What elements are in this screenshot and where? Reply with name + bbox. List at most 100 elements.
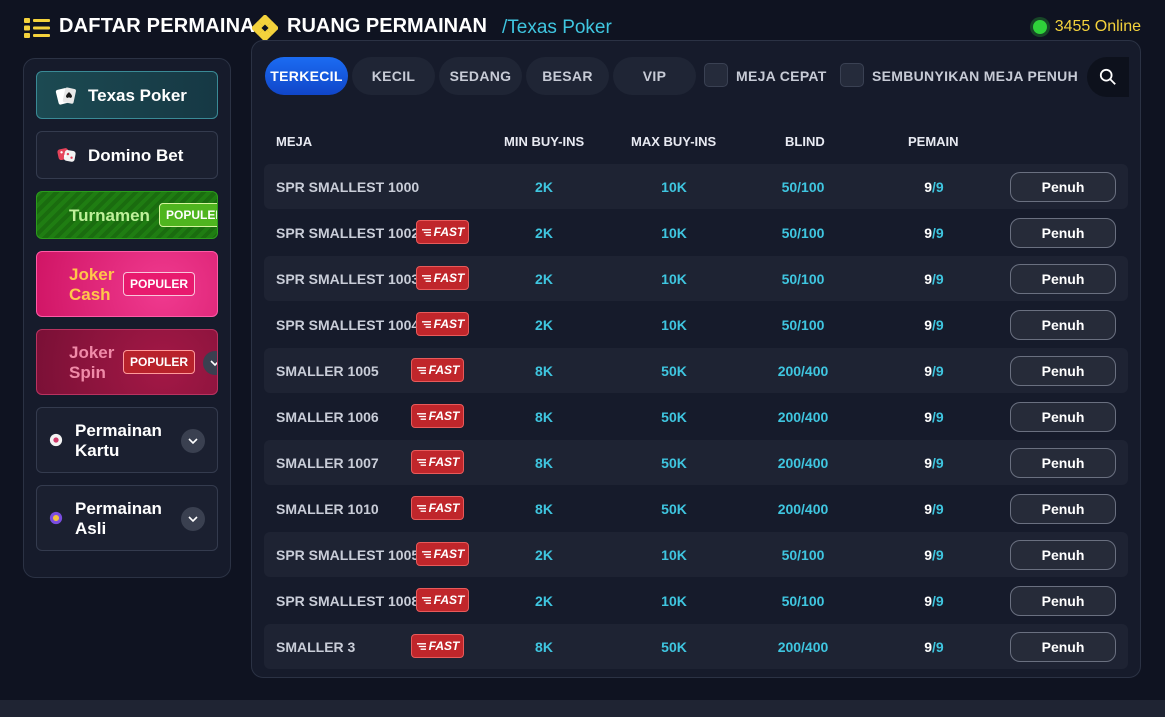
fast-lines-icon [416, 412, 426, 420]
fast-badge: FAST [411, 496, 464, 520]
fast-label: FAST [433, 317, 465, 331]
dice-icon [57, 148, 76, 162]
fast-badge: FAST [411, 450, 464, 474]
max-buyin-value: 10K [661, 317, 687, 333]
min-buyin-value: 2K [535, 179, 553, 195]
list-icon [24, 18, 50, 38]
full-table-button[interactable]: Penuh [1010, 448, 1116, 478]
table-name: SPR SMALLEST 1008 [276, 593, 420, 609]
table-row[interactable]: SMALLER 1007 FAST 8K 50K 200/400 9/9 Penuh [264, 440, 1128, 485]
min-buyin-value: 8K [535, 501, 553, 517]
chevron-down-icon[interactable] [181, 507, 205, 531]
online-dot-icon [1032, 20, 1047, 34]
tab-terkecil[interactable]: TERKECIL [265, 57, 348, 95]
blind-value: 200/400 [777, 363, 829, 379]
room-breadcrumb[interactable]: /Texas Poker [502, 17, 612, 39]
players-max: /9 [932, 639, 944, 655]
sidebar-label-joker-spin: Joker Spin [69, 343, 115, 382]
popular-badge: POPULER [123, 272, 196, 296]
min-buyin-value: 2K [535, 317, 553, 333]
chevron-down-icon[interactable] [181, 429, 205, 453]
max-buyin-value: 10K [661, 271, 687, 287]
players-count: 9/9 [894, 501, 974, 517]
players-max: /9 [932, 363, 944, 379]
min-buyin-value: 2K [535, 547, 553, 563]
table-name: SMALLER 1007 [276, 455, 379, 471]
players-current: 9 [924, 271, 933, 287]
full-table-button[interactable]: Penuh [1010, 356, 1116, 386]
table-name: SPR SMALLEST 1005 [276, 547, 420, 563]
blind-value: 50/100 [781, 593, 825, 609]
table-row[interactable]: SPR SMALLEST 1008 FAST 2K 10K 50/100 9/9 Penuh [264, 578, 1128, 623]
fast-label: FAST [428, 639, 460, 653]
table-row[interactable]: SMALLER 1006 FAST 8K 50K 200/400 9/9 Penuh [264, 394, 1128, 439]
quick-table-checkbox[interactable] [704, 63, 728, 87]
full-table-button[interactable]: Penuh [1010, 218, 1116, 248]
fast-badge: FAST [416, 220, 469, 244]
table-row[interactable]: SMALLER 1010 FAST 8K 50K 200/400 9/9 Penuh [264, 486, 1128, 531]
table-row[interactable]: SPR SMALLEST 1004 FAST 2K 10K 50/100 9/9 Penuh [264, 302, 1128, 347]
players-count: 9/9 [894, 455, 974, 471]
players-current: 9 [924, 363, 933, 379]
full-table-button[interactable]: Penuh [1010, 632, 1116, 662]
fast-label: FAST [433, 271, 465, 285]
players-current: 9 [924, 593, 933, 609]
hide-full-checkbox[interactable] [840, 63, 864, 87]
table-name: SPR SMALLEST 1003 [276, 271, 420, 287]
min-buyin-value: 2K [535, 593, 553, 609]
players-max: /9 [932, 409, 944, 425]
full-table-button[interactable]: Penuh [1010, 540, 1116, 570]
popular-badge: POPULER [159, 203, 217, 227]
sidebar-item-permainan-asli[interactable]: Permainan Asli [36, 485, 218, 551]
fast-lines-icon [421, 596, 431, 604]
online-count: 3455 Online [1054, 18, 1141, 35]
full-table-button[interactable]: Penuh [1010, 494, 1116, 524]
full-table-button[interactable]: Penuh [1010, 586, 1116, 616]
full-table-button[interactable]: Penuh [1010, 264, 1116, 294]
table-row[interactable]: SPR SMALLEST 1002 FAST 2K 10K 50/100 9/9 Penuh [264, 210, 1128, 255]
blind-value: 50/100 [781, 179, 825, 195]
sidebar: Texas Poker Domino Bet Turnamen POPULER … [23, 58, 231, 578]
min-buyin-value: 8K [535, 639, 553, 655]
search-button[interactable] [1087, 57, 1129, 97]
sidebar-label-permainan-kartu: Permainan Kartu [75, 421, 162, 460]
players-max: /9 [932, 225, 944, 241]
players-count: 9/9 [894, 547, 974, 563]
quick-table-label: MEJA CEPAT [736, 68, 827, 84]
sidebar-item-permainan-kartu[interactable]: Permainan Kartu [36, 407, 218, 473]
tab-kecil[interactable]: KECIL [352, 57, 435, 95]
sidebar-item-joker-cash[interactable]: Joker Cash POPULER [36, 251, 218, 317]
table-row[interactable]: SPR SMALLEST 1000 2K 10K 50/100 9/9 Penuh [264, 164, 1128, 209]
players-max: /9 [932, 547, 944, 563]
players-max: /9 [932, 317, 944, 333]
table-row[interactable]: SMALLER 1005 FAST 8K 50K 200/400 9/9 Penuh [264, 348, 1128, 393]
tab-besar[interactable]: BESAR [526, 57, 609, 95]
tab-sedang[interactable]: SEDANG [439, 57, 522, 95]
players-count: 9/9 [894, 639, 974, 655]
tab-vip[interactable]: VIP [613, 57, 696, 95]
players-current: 9 [924, 409, 933, 425]
sidebar-item-joker-spin[interactable]: Joker Spin POPULER [36, 329, 218, 395]
full-table-button[interactable]: Penuh [1010, 402, 1116, 432]
sidebar-item-texas-poker[interactable]: Texas Poker [36, 71, 218, 119]
table-row[interactable]: SPR SMALLEST 1003 FAST 2K 10K 50/100 9/9 Penuh [264, 256, 1128, 301]
chevron-down-icon[interactable] [203, 351, 217, 375]
blind-value: 50/100 [781, 547, 825, 563]
sidebar-label-turnamen: Turnamen [69, 206, 150, 225]
min-buyin-value: 8K [535, 455, 553, 471]
players-max: /9 [932, 501, 944, 517]
full-table-button[interactable]: Penuh [1010, 172, 1116, 202]
table-row[interactable]: SPR SMALLEST 1005 FAST 2K 10K 50/100 9/9 Penuh [264, 532, 1128, 577]
sidebar-item-domino-bet[interactable]: Domino Bet [36, 131, 218, 179]
blind-value: 50/100 [781, 271, 825, 287]
room-title: RUANG PERMAINAN [287, 15, 487, 37]
full-table-button[interactable]: Penuh [1010, 310, 1116, 340]
max-buyin-value: 50K [661, 501, 687, 517]
table-row[interactable]: SMALLER 3 FAST 8K 50K 200/400 9/9 Penuh [264, 624, 1128, 669]
sidebar-item-turnamen[interactable]: Turnamen POPULER [36, 191, 218, 239]
fast-lines-icon [416, 504, 426, 512]
hide-full-label: SEMBUNYIKAN MEJA PENUH [872, 68, 1078, 84]
blind-value: 50/100 [781, 317, 825, 333]
players-current: 9 [924, 225, 933, 241]
min-buyin-value: 8K [535, 363, 553, 379]
